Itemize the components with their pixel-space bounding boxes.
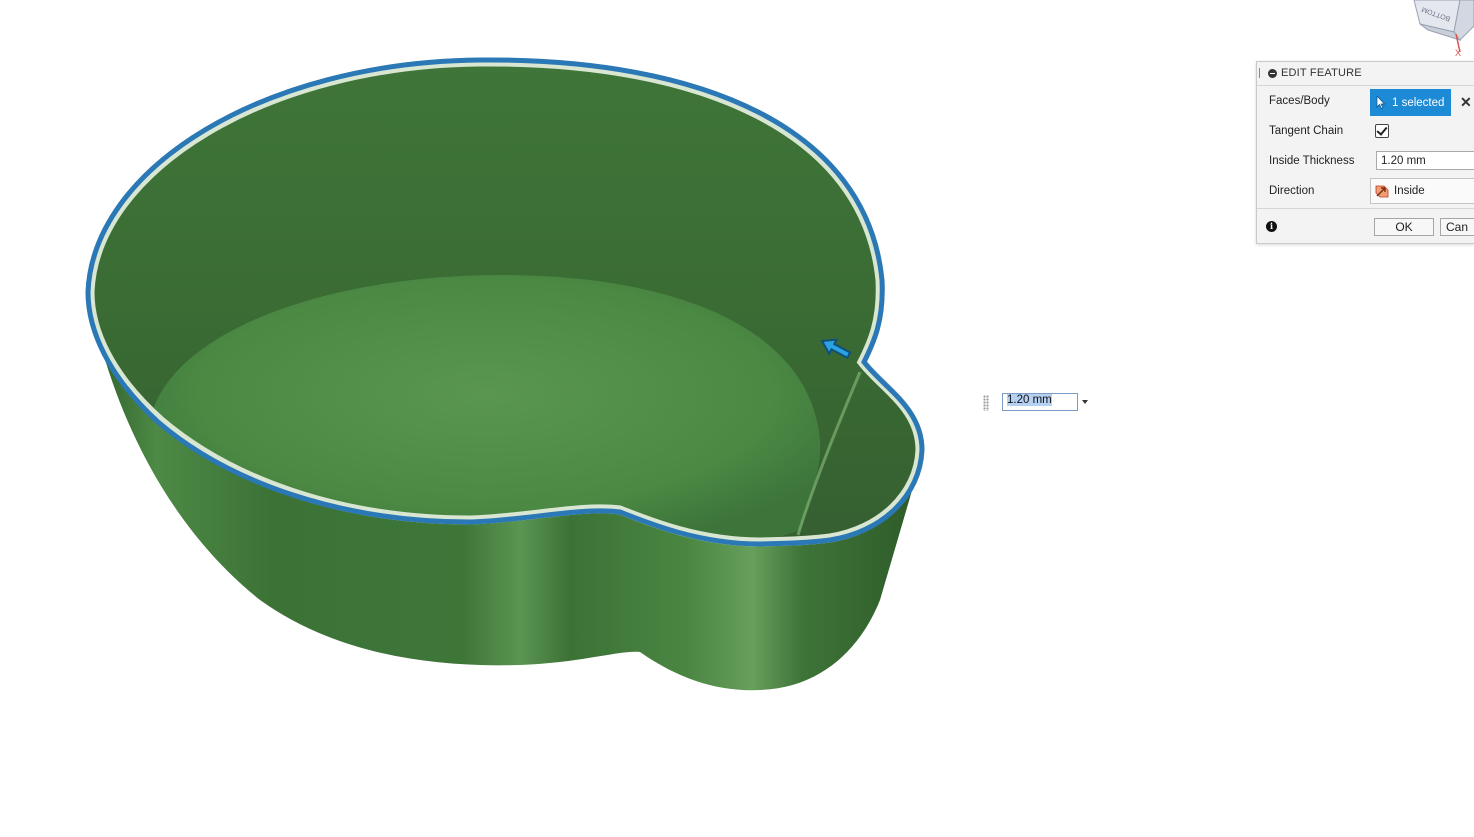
panel-header[interactable]: EDIT FEATURE	[1257, 62, 1474, 86]
clear-selection-icon[interactable]: ✕	[1460, 95, 1472, 109]
chevron-down-icon[interactable]	[1082, 400, 1088, 404]
viewcube-x-label: X	[1455, 48, 1461, 58]
inside-thickness-label: Inside Thickness	[1269, 155, 1355, 167]
manipulator-value-field[interactable]: 1.20 mm	[1002, 393, 1078, 411]
tangent-chain-label: Tangent Chain	[1269, 125, 1344, 137]
ok-button[interactable]: OK	[1374, 218, 1434, 236]
faces-body-row: Faces/Body 1 selected ✕	[1257, 87, 1474, 117]
manipulator-value: 1.20 mm	[1007, 394, 1052, 406]
tangent-chain-checkbox[interactable]	[1375, 124, 1389, 138]
direction-label: Direction	[1269, 185, 1315, 197]
tangent-chain-row: Tangent Chain	[1257, 117, 1474, 147]
direction-value: Inside	[1394, 185, 1425, 197]
cursor-arrow-icon	[1376, 96, 1386, 109]
inside-thickness-row: Inside Thickness	[1257, 147, 1474, 177]
faces-selection-value: 1 selected	[1392, 96, 1445, 109]
manipulator-drag-grip[interactable]	[983, 395, 989, 411]
direction-dropdown[interactable]: Inside	[1370, 178, 1474, 204]
cancel-button[interactable]: Can	[1440, 218, 1474, 236]
collapse-icon[interactable]	[1268, 69, 1277, 78]
info-icon[interactable]: i	[1266, 221, 1277, 232]
3d-viewport[interactable]	[0, 0, 1474, 837]
direction-inside-icon	[1375, 185, 1389, 198]
faces-selection-button[interactable]: 1 selected	[1370, 89, 1451, 116]
view-cube[interactable]: BOTTOM X	[1400, 0, 1474, 60]
faces-body-label: Faces/Body	[1269, 95, 1330, 107]
panel-drag-grip[interactable]	[1259, 68, 1262, 78]
edit-feature-panel: EDIT FEATURE Faces/Body 1 selected ✕ Tan…	[1256, 61, 1474, 244]
inside-thickness-input[interactable]	[1376, 151, 1474, 170]
panel-footer: i OK Can	[1257, 208, 1474, 244]
thickness-manipulator-input: 1.20 mm	[980, 391, 1092, 415]
panel-title: EDIT FEATURE	[1281, 67, 1362, 79]
direction-row: Direction Inside	[1257, 177, 1474, 207]
